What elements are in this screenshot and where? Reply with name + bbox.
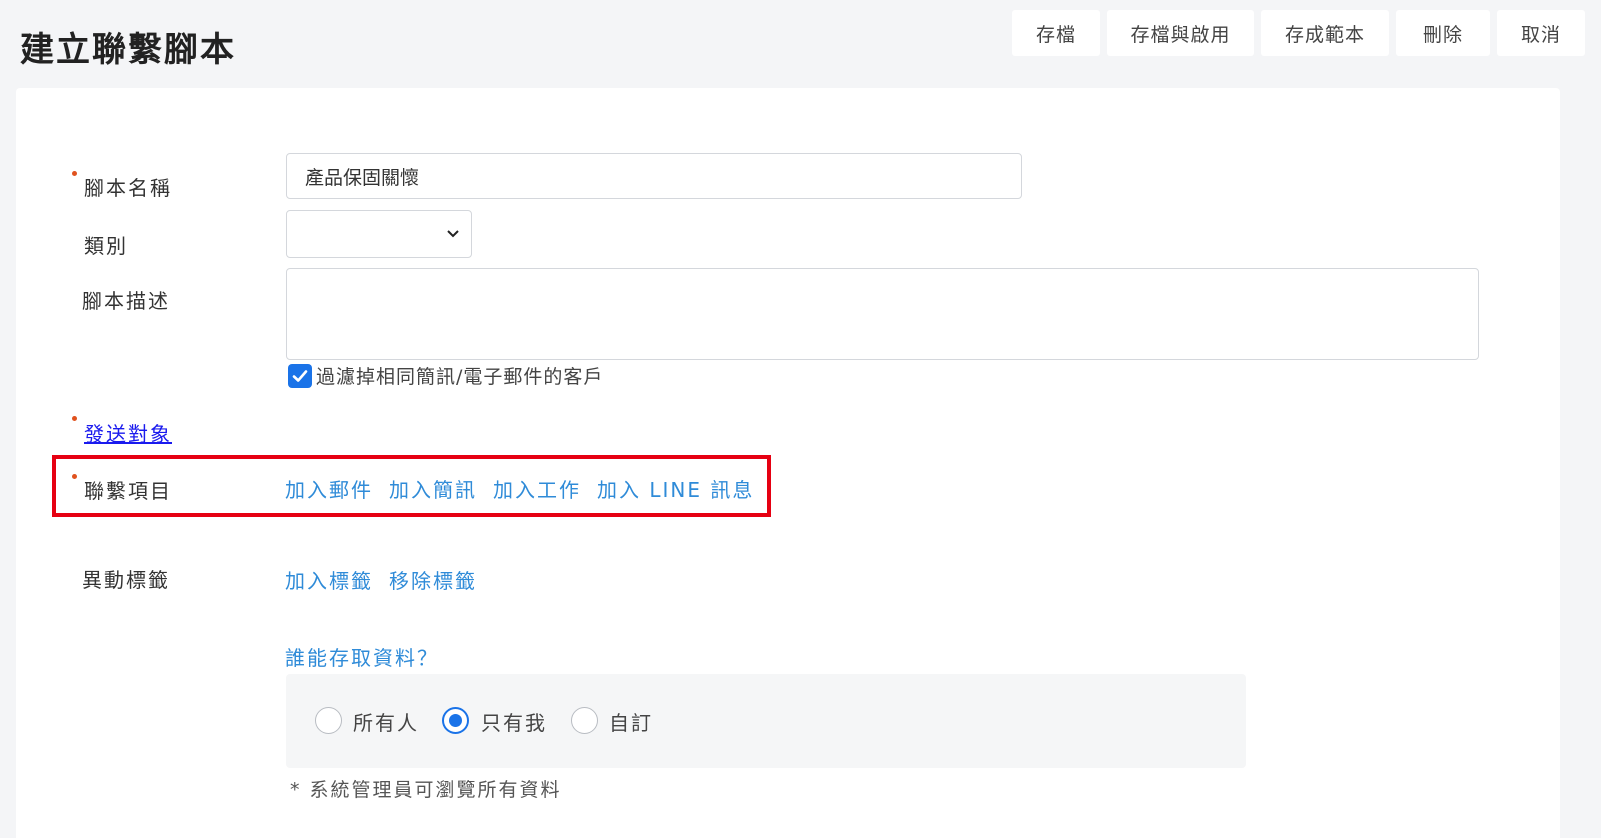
add-line-message-link[interactable]: 加入 LINE 訊息 (597, 474, 754, 503)
add-tag-link[interactable]: 加入標籤 (285, 565, 373, 594)
add-email-link[interactable]: 加入郵件 (285, 474, 373, 503)
radio-everyone[interactable] (315, 707, 342, 734)
category-label: 類別 (84, 234, 128, 258)
radio-only-me[interactable] (442, 707, 469, 734)
description-label: 腳本描述 (82, 289, 170, 313)
radio-everyone-label: 所有人 (353, 711, 419, 735)
radio-custom[interactable] (571, 707, 598, 734)
filter-duplicates-label: 過濾掉相同簡訊/電子郵件的客戶 (316, 366, 604, 388)
category-select[interactable] (286, 210, 472, 258)
add-sms-link[interactable]: 加入簡訊 (389, 474, 477, 503)
description-textarea[interactable] (286, 268, 1479, 360)
access-question-link[interactable]: 誰能存取資料？ (285, 642, 439, 671)
save-button[interactable]: 存檔 (1012, 10, 1100, 56)
toolbar: 存檔 存檔與啟用 存成範本 刪除 取消 (1012, 10, 1585, 56)
cancel-button[interactable]: 取消 (1497, 10, 1585, 56)
radio-custom-label: 自訂 (609, 711, 653, 735)
save-and-enable-button[interactable]: 存檔與啟用 (1107, 10, 1254, 56)
checkmark-icon (292, 370, 308, 382)
chevron-down-icon (447, 230, 459, 238)
add-task-link[interactable]: 加入工作 (493, 474, 581, 503)
script-name-input[interactable] (286, 153, 1022, 199)
save-as-template-button[interactable]: 存成範本 (1261, 10, 1389, 56)
remove-tag-link[interactable]: 移除標籤 (389, 565, 477, 594)
required-indicator (72, 416, 77, 421)
access-options-panel (286, 674, 1246, 768)
admin-note: * 系統管理員可瀏覽所有資料 (290, 779, 562, 801)
required-indicator (72, 474, 77, 479)
delete-button[interactable]: 刪除 (1396, 10, 1490, 56)
contact-items-label: 聯繫項目 (84, 479, 172, 503)
page-title: 建立聯繫腳本 (20, 30, 236, 70)
send-target-link[interactable]: 發送對象 (84, 418, 172, 447)
filter-duplicates-checkbox[interactable] (288, 364, 312, 388)
required-indicator (72, 171, 77, 176)
tag-change-label: 異動標籤 (82, 568, 170, 592)
script-name-label: 腳本名稱 (84, 176, 172, 200)
radio-only-me-label: 只有我 (481, 711, 547, 735)
